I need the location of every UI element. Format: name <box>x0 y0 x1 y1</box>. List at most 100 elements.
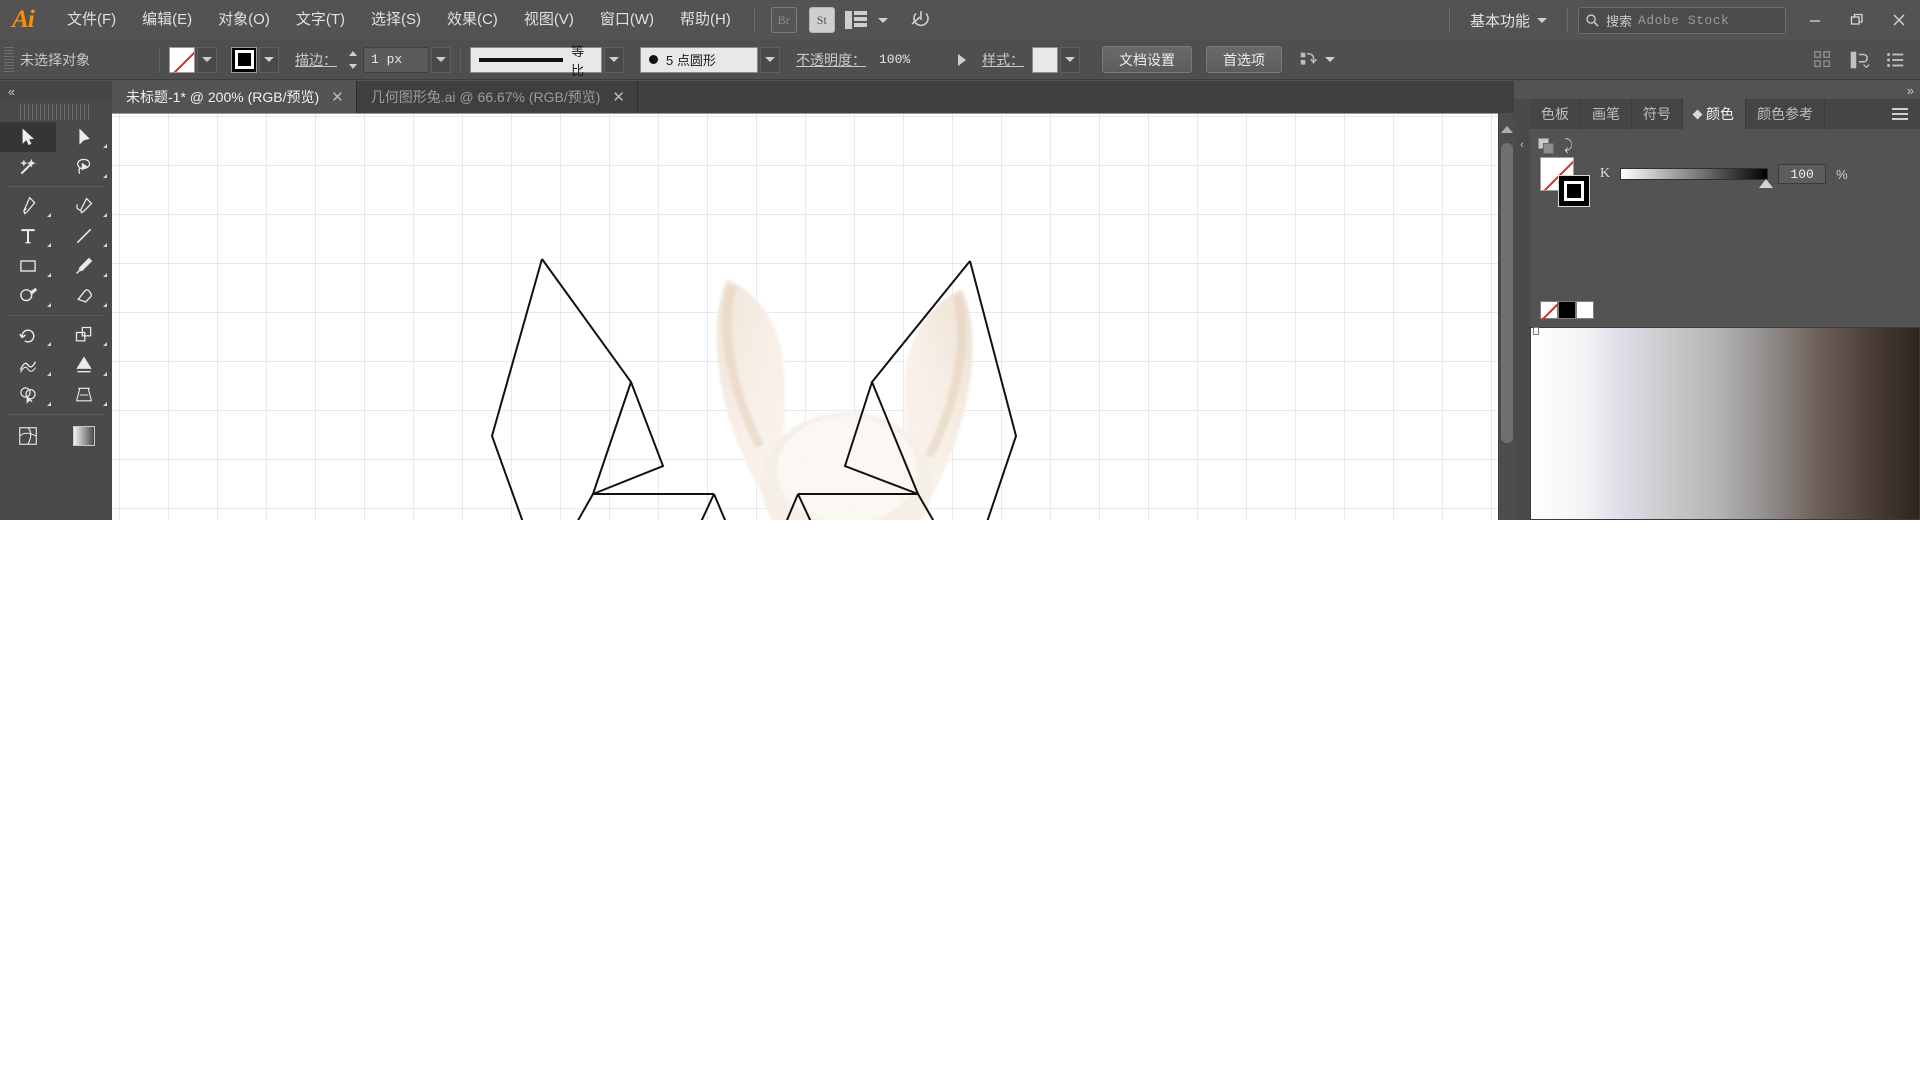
stroke-profile-dropdown[interactable] <box>604 46 624 73</box>
tool-grid <box>0 191 112 311</box>
fill-dropdown[interactable] <box>197 46 217 73</box>
document-setup-button[interactable]: 文档设置 <box>1102 46 1192 73</box>
control-bar-grip[interactable] <box>4 46 14 73</box>
document-tab-rabbit[interactable]: 几何图形兔.ai @ 66.67% (RGB/预览) ✕ <box>356 81 638 113</box>
swap-fill-stroke-icon[interactable]: ⤸ <box>1564 137 1573 154</box>
stroke-profile-select[interactable]: 等比 <box>470 44 602 78</box>
color-spectrum-ramp[interactable] <box>1530 327 1920 520</box>
stroke-label[interactable]: 描边： <box>295 50 337 70</box>
magic-wand-tool[interactable] <box>0 152 56 182</box>
canvas-vertical-scrollbar[interactable] <box>1498 113 1514 520</box>
canvas-area <box>112 113 1514 520</box>
line-segment-tool[interactable] <box>56 221 112 251</box>
eraser-tool[interactable] <box>56 281 112 311</box>
workspace-switcher[interactable]: 基本功能 <box>1460 6 1557 35</box>
menu-effect[interactable]: 效果(C) <box>434 0 511 40</box>
close-button[interactable] <box>1878 0 1920 40</box>
graphic-style-swatch[interactable] <box>1032 46 1058 73</box>
menu-object[interactable]: 对象(O) <box>205 0 283 40</box>
opacity-more-icon[interactable] <box>958 53 966 66</box>
tab-brushes[interactable]: 画笔 <box>1581 99 1632 129</box>
fill-color-swatch[interactable] <box>169 46 195 73</box>
maximize-button[interactable] <box>1836 0 1878 40</box>
collapse-panel-icon[interactable]: « <box>8 84 15 99</box>
rectangle-tool[interactable] <box>0 251 56 281</box>
gradient-tool[interactable] <box>56 419 112 453</box>
slider-thumb-icon[interactable] <box>1759 179 1774 188</box>
perspective-grid-tool[interactable] <box>56 380 112 410</box>
fill-stroke-small-icon[interactable] <box>1538 137 1554 154</box>
brush-dropdown[interactable] <box>760 46 780 73</box>
type-tool[interactable] <box>0 221 56 251</box>
direct-selection-tool[interactable] <box>56 122 112 152</box>
width-tool[interactable] <box>0 350 56 380</box>
style-label[interactable]: 样式： <box>982 50 1024 70</box>
opacity-input[interactable]: 100% <box>872 47 948 73</box>
menu-edit[interactable]: 编辑(E) <box>129 0 205 40</box>
menu-view[interactable]: 视图(V) <box>511 0 587 40</box>
stroke-profile-icon <box>479 57 564 62</box>
mesh-tool[interactable] <box>0 419 56 453</box>
select-similar-icon[interactable] <box>1298 49 1320 71</box>
scroll-up-icon[interactable] <box>1500 126 1513 133</box>
minimize-button[interactable] <box>1794 0 1836 40</box>
paintbrush-tool[interactable] <box>56 251 112 281</box>
k-channel-slider[interactable] <box>1620 168 1774 188</box>
menu-file[interactable]: 文件(F) <box>54 0 129 40</box>
menu-type[interactable]: 文字(T) <box>283 0 358 40</box>
white-swatch[interactable] <box>1576 301 1594 319</box>
tab-symbols[interactable]: 符号 <box>1632 99 1683 129</box>
none-swatch[interactable] <box>1540 301 1558 319</box>
k-channel-label: K <box>1600 166 1611 181</box>
close-icon[interactable]: ✕ <box>612 90 625 105</box>
selection-tool[interactable] <box>0 122 56 152</box>
k-channel-input[interactable]: 100 <box>1778 164 1827 184</box>
vector-paths[interactable] <box>112 114 1498 520</box>
stroke-width-stepper[interactable] <box>345 47 361 73</box>
shape-builder-tool[interactable] <box>0 380 56 410</box>
stroke-swatch[interactable] <box>1558 175 1590 207</box>
panel-menu-icon[interactable] <box>1880 99 1920 129</box>
lasso-tool[interactable] <box>56 152 112 182</box>
stroke-dropdown[interactable] <box>259 46 279 73</box>
bridge-button[interactable]: Br <box>769 7 799 33</box>
menu-help[interactable]: 帮助(H) <box>667 0 744 40</box>
home-screen-button[interactable] <box>906 7 936 33</box>
align-icon[interactable] <box>1812 49 1834 71</box>
free-transform-tool[interactable] <box>56 350 112 380</box>
tools-panel-header[interactable]: « <box>0 81 112 101</box>
search-input[interactable]: 搜索 Adobe Stock <box>1578 6 1786 34</box>
tab-color[interactable]: 颜色 <box>1683 99 1746 129</box>
tab-color-guide[interactable]: 颜色参考 <box>1746 99 1825 129</box>
tab-swatches[interactable]: 色板 <box>1530 99 1581 129</box>
style-dropdown[interactable] <box>1060 46 1080 73</box>
tool-flyout-indicator <box>47 273 51 277</box>
document-list-icon[interactable] <box>1884 49 1906 71</box>
pen-tool[interactable] <box>0 191 56 221</box>
stroke-color-swatch[interactable] <box>231 46 257 73</box>
rotate-tool[interactable] <box>0 320 56 350</box>
menu-window[interactable]: 窗口(W) <box>587 0 667 40</box>
arrange-documents-button[interactable] <box>844 7 888 33</box>
scrollbar-thumb[interactable] <box>1501 143 1513 443</box>
expand-panels-icon[interactable]: » <box>1907 83 1914 98</box>
preferences-button[interactable]: 首选项 <box>1206 46 1282 73</box>
chevron-down-icon[interactable] <box>1325 57 1335 62</box>
curvature-tool[interactable] <box>56 191 112 221</box>
opacity-label[interactable]: 不透明度： <box>796 50 866 70</box>
tools-panel-grip[interactable] <box>20 104 92 120</box>
menu-select[interactable]: 选择(S) <box>358 0 434 40</box>
stock-button[interactable]: St <box>807 7 837 33</box>
close-icon[interactable]: ✕ <box>331 90 344 105</box>
scale-tool[interactable] <box>56 320 112 350</box>
arrange-icon[interactable] <box>1848 49 1870 71</box>
lasso-icon <box>77 158 91 175</box>
stroke-width-dropdown[interactable] <box>431 46 451 73</box>
stroke-width-input[interactable]: 1 px <box>363 46 429 73</box>
shaper-tool[interactable] <box>0 281 56 311</box>
panel-collapse-rail[interactable]: ‹ <box>1514 99 1530 520</box>
brush-definition-select[interactable]: 5 点圆形 <box>640 46 758 73</box>
artboard[interactable] <box>112 113 1498 520</box>
black-swatch[interactable] <box>1558 301 1576 319</box>
document-tab-untitled[interactable]: 未标题-1* @ 200% (RGB/预览) ✕ <box>112 81 357 113</box>
